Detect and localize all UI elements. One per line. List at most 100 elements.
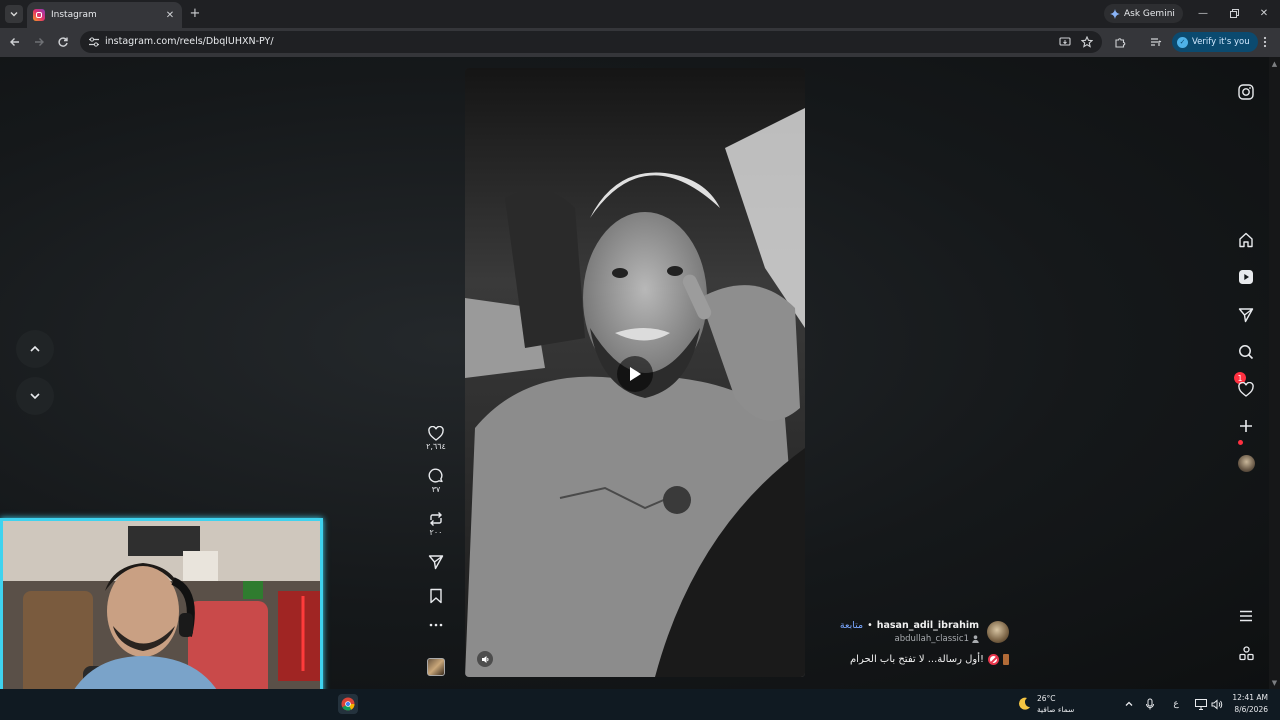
weather-condition[interactable]: سماء صافية	[1037, 705, 1074, 714]
next-reel-button[interactable]	[16, 377, 54, 415]
author-avatar[interactable]	[987, 621, 1009, 643]
likes-count: ٢,٦٦٤	[426, 442, 446, 451]
tab-title: Instagram	[51, 10, 97, 20]
reel-caption: أول رسالة... لا تفتح باب الحرام!	[850, 654, 1009, 665]
more-options-action[interactable]	[422, 623, 450, 627]
browser-toolbar: instagram.com/reels/DbqlUHXN-PY/ ✓ Verif…	[0, 28, 1280, 57]
media-controls-icon[interactable]	[1149, 35, 1163, 49]
hamburger-menu-icon	[1240, 610, 1252, 622]
prohibited-emoji-icon	[988, 654, 999, 665]
microphone-icon[interactable]	[1143, 697, 1157, 711]
site-info-icon[interactable]	[88, 36, 100, 48]
reel-meta: متابعة • hasan_adil_ibrahim abdullah_cla…	[840, 617, 1015, 677]
reel-video[interactable]	[465, 68, 805, 677]
network-icon[interactable]	[1194, 697, 1208, 711]
separator-dot: •	[867, 620, 873, 631]
tab-search-button[interactable]	[5, 5, 23, 23]
reload-button[interactable]	[56, 35, 70, 49]
chevron-down-icon	[30, 393, 40, 400]
plus-icon	[1240, 420, 1252, 432]
weather-moon-icon	[1016, 696, 1032, 716]
input-language-indicator[interactable]: ع	[1169, 697, 1183, 711]
restore-window-button[interactable]	[1227, 6, 1241, 20]
forward-button[interactable]	[32, 35, 46, 49]
clock-date[interactable]: 8/6/2026	[1226, 705, 1268, 714]
play-icon	[630, 367, 641, 381]
tray-overflow-icon[interactable]	[1122, 697, 1136, 711]
repost-action[interactable]: ٢٠٠	[422, 511, 450, 537]
messages-nav-button[interactable]	[1233, 302, 1259, 328]
comments-count: ٣٧	[431, 485, 441, 494]
caption-text: أول رسالة... لا تفتح باب الحرام!	[849, 654, 984, 665]
profile-nav-button[interactable]	[1233, 450, 1259, 476]
address-bar[interactable]: instagram.com/reels/DbqlUHXN-PY/	[80, 31, 1102, 53]
speaker-icon	[481, 655, 488, 663]
heart-icon[interactable]	[428, 426, 444, 441]
bookmark-icon[interactable]	[429, 588, 443, 604]
scroll-down-arrow-icon[interactable]: ▼	[1271, 679, 1278, 687]
comment-icon[interactable]	[428, 468, 444, 484]
new-tab-button[interactable]: +	[188, 6, 202, 21]
chevron-down-icon	[10, 12, 18, 17]
author-username[interactable]: hasan_adil_ibrahim	[877, 620, 979, 631]
instagram-logo-icon[interactable]	[1233, 79, 1259, 105]
address-bar-url: instagram.com/reels/DbqlUHXN-PY/	[105, 36, 274, 47]
browser-menu-icon[interactable]	[1258, 35, 1272, 49]
apps-grid-icon	[1238, 645, 1254, 660]
back-button[interactable]	[8, 35, 22, 49]
share-paper-plane-icon[interactable]	[428, 554, 444, 570]
volume-icon[interactable]	[1210, 697, 1224, 711]
close-window-button[interactable]: ✕	[1257, 6, 1271, 20]
door-emoji-icon	[1003, 654, 1009, 665]
play-button[interactable]	[617, 356, 653, 392]
follow-button[interactable]: متابعة	[840, 620, 863, 631]
minimize-window-button[interactable]: —	[1196, 6, 1210, 20]
scroll-up-arrow-icon[interactable]: ▲	[1271, 60, 1278, 68]
bookmark-star-icon[interactable]	[1080, 35, 1094, 49]
author-row: متابعة • hasan_adil_ibrahim	[840, 620, 979, 631]
home-icon	[1239, 232, 1253, 248]
extensions-puzzle-icon[interactable]	[1113, 35, 1127, 49]
save-action[interactable]	[422, 588, 450, 604]
share-action[interactable]	[422, 554, 450, 570]
notifications-dot	[1238, 440, 1243, 445]
reels-icon	[1239, 270, 1253, 284]
collaborator-row[interactable]: abdullah_classic1	[895, 634, 980, 644]
install-app-icon[interactable]	[1058, 35, 1072, 49]
arrow-right-icon	[35, 38, 44, 46]
browser-tab-instagram[interactable]: Instagram ✕	[27, 2, 182, 28]
notifications-nav-button[interactable]	[1233, 376, 1259, 402]
windows-taskbar: 26°C سماء صافية	[0, 689, 1280, 720]
audio-toggle-button[interactable]	[477, 651, 493, 667]
direct-messages-icon	[1238, 308, 1254, 323]
create-nav-button[interactable]	[1233, 413, 1259, 439]
collaborator-username: abdullah_classic1	[894, 634, 970, 644]
clock-time[interactable]: 12:41 AM	[1226, 693, 1268, 702]
like-action[interactable]: ٢,٦٦٤	[422, 426, 450, 451]
more-menu-button[interactable]	[1233, 603, 1259, 629]
ask-gemini-button[interactable]: Ask Gemini	[1104, 4, 1183, 23]
home-nav-button[interactable]	[1233, 227, 1259, 253]
arrow-left-icon	[10, 38, 19, 46]
profile-avatar	[1237, 454, 1255, 472]
comment-action[interactable]: ٣٧	[422, 468, 450, 494]
weather-temperature[interactable]: 26°C	[1037, 694, 1056, 703]
more-dots-icon[interactable]	[429, 623, 443, 627]
page-scrollbar[interactable]: ▲ ▼	[1269, 57, 1280, 689]
also-from-meta-button[interactable]	[1233, 640, 1259, 666]
verify-identity-button[interactable]: ✓ Verify it's you	[1172, 32, 1258, 52]
reposts-count: ٢٠٠	[429, 528, 443, 537]
tab-close-icon[interactable]: ✕	[164, 9, 176, 21]
repost-icon[interactable]	[428, 511, 444, 527]
ask-gemini-label: Ask Gemini	[1124, 8, 1175, 19]
search-nav-button[interactable]	[1233, 339, 1259, 365]
previous-reel-button[interactable]	[16, 330, 54, 368]
webcam-overlay	[0, 518, 323, 715]
reels-nav-button[interactable]	[1233, 264, 1259, 290]
heart-icon	[1238, 381, 1254, 397]
chrome-taskbar-button[interactable]	[338, 694, 358, 714]
chrome-icon	[341, 697, 355, 711]
verify-icon: ✓	[1177, 36, 1188, 48]
verify-label: Verify it's you	[1192, 37, 1250, 47]
original-audio-thumbnail[interactable]	[427, 658, 445, 676]
